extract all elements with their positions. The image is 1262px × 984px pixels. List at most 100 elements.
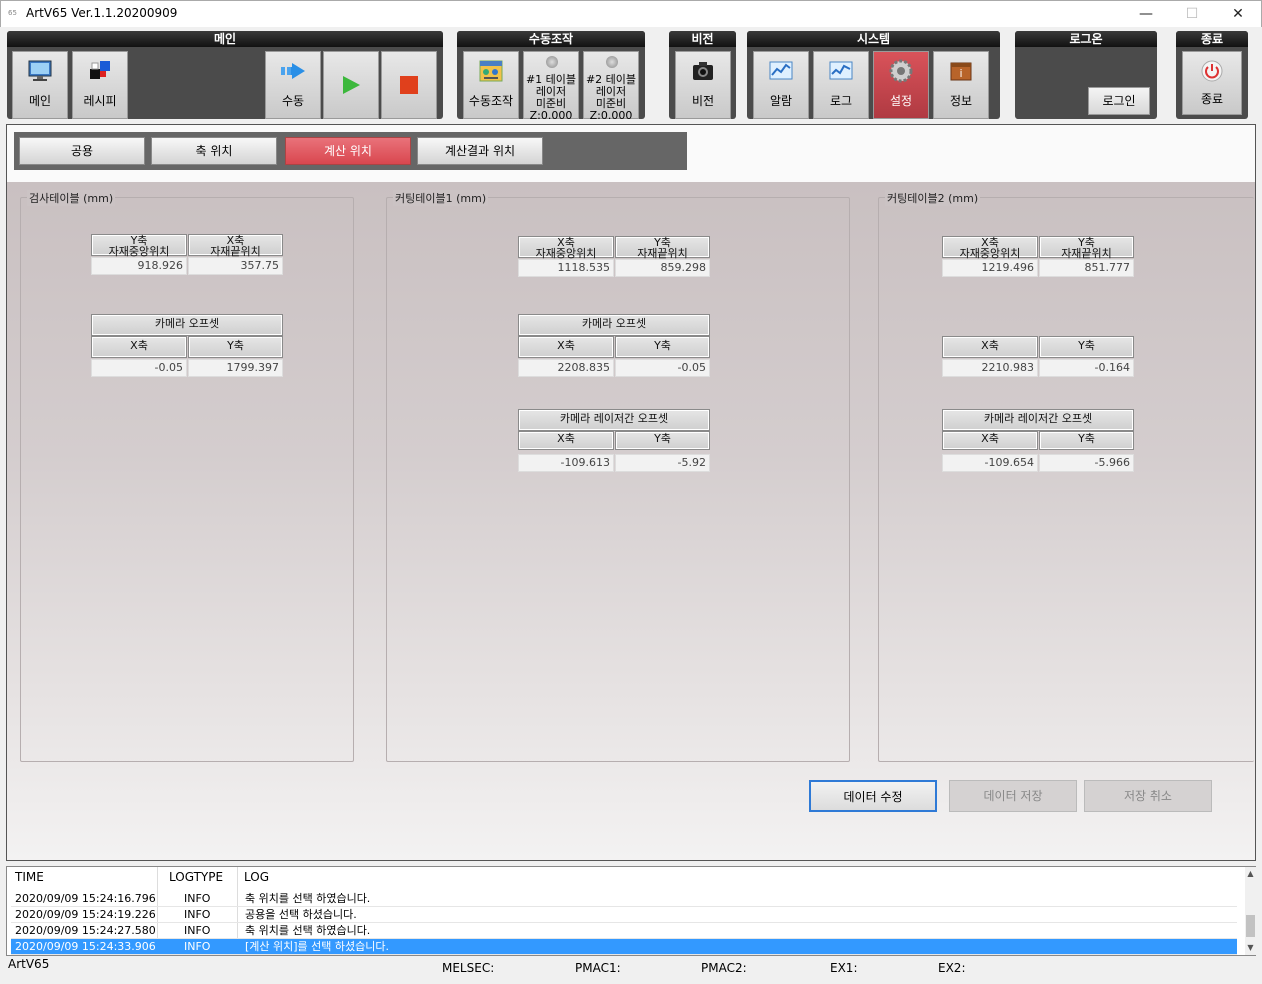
cut2-pos-value-1[interactable]: 1219.496 [942, 259, 1038, 277]
play-button[interactable] [323, 51, 379, 119]
cut2-laser-title: 카메라 레이저간 오프셋 [942, 409, 1134, 431]
cut1-pos-value-2[interactable]: 859.298 [615, 259, 710, 277]
manual-op-button[interactable]: 수동조작 [463, 51, 519, 119]
maximize-button[interactable]: ☐ [1169, 1, 1215, 28]
inspect-pos-header-2: X축 자재끝위치 [188, 234, 283, 258]
monitor-icon [13, 58, 67, 84]
camera-icon [676, 58, 730, 84]
exit-group: 종료 종료 [1176, 31, 1248, 119]
inspect-cam-value-y[interactable]: 1799.397 [188, 359, 283, 377]
stop-icon [382, 72, 436, 98]
log-row[interactable]: 2020/09/09 15:24:19.226 INFO 공용을 선택 하셨습니… [11, 907, 1237, 923]
cut1-cam-header-y: Y축 [615, 336, 710, 358]
header-line: 자재끝위치 [210, 245, 261, 258]
edit-data-button[interactable]: 데이터 수정 [809, 780, 937, 812]
toolbar: 메인 메인 레시피 수동 수동조작 수동조작 #1 테이블 레이저 미준비 Z:… [0, 27, 1262, 123]
tab-axis-position[interactable]: 축 위치 [151, 137, 277, 165]
recipe-label: 레시피 [83, 94, 117, 108]
tab-common[interactable]: 공용 [19, 137, 145, 165]
manual-button[interactable]: 수동 [265, 51, 321, 119]
inspect-pos-value-2[interactable]: 357.75 [188, 257, 283, 275]
scroll-down-icon[interactable]: ▼ [1245, 943, 1256, 952]
status-pmac1: PMAC1: [575, 961, 621, 975]
inspect-cam-value-x[interactable]: -0.05 [91, 359, 187, 377]
main-label: 메인 [28, 94, 52, 108]
cut1-laser-value-x[interactable]: -109.613 [518, 454, 614, 472]
exit-button[interactable]: 종료 [1182, 51, 1242, 115]
header-line: 자재끝위치 [637, 247, 688, 260]
log-type: INFO [184, 908, 211, 921]
vision-group-title: 비전 [669, 31, 736, 47]
minimize-button[interactable]: — [1123, 1, 1169, 28]
inspect-table-section: 검사테이블 (mm) Y축 자재중앙위치 X축 자재끝위치 918.926 35… [20, 190, 354, 762]
login-button[interactable]: 로그인 [1088, 87, 1150, 115]
status-pmac2: PMAC2: [701, 961, 747, 975]
section-title: 커팅테이블2 (mm) [885, 190, 981, 206]
inspect-pos-value-1[interactable]: 918.926 [91, 257, 187, 275]
cut1-laser-header-x: X축 [518, 431, 614, 450]
cut1-laser-value-y[interactable]: -5.92 [615, 454, 710, 472]
app-icon: 65 [8, 9, 17, 17]
log-message: 공용을 선택 하셨습니다. [245, 908, 357, 921]
tab-calc-result-position[interactable]: 계산결과 위치 [417, 137, 543, 165]
cutting-table1-section: 커팅테이블1 (mm) X축 자재중앙위치 Y축 자재끝위치 1118.535 … [386, 190, 850, 762]
cut1-cam-value-y[interactable]: -0.05 [615, 359, 710, 377]
log-list[interactable]: TIME LOGTYPE LOG 2020/09/09 15:24:16.796… [6, 866, 1256, 956]
cut2-pos-value-2[interactable]: 851.777 [1039, 259, 1134, 277]
play-icon [324, 72, 378, 98]
info-button[interactable]: i 정보 [933, 51, 989, 119]
power-icon [1183, 58, 1241, 84]
cut2-laser-header-x: X축 [942, 431, 1038, 450]
header-line: 자재중앙위치 [959, 247, 1021, 260]
log-header-logtype[interactable]: LOGTYPE [169, 870, 223, 884]
cut1-cam-value-x[interactable]: 2208.835 [518, 359, 614, 377]
exit-label: 종료 [1200, 92, 1224, 106]
log-button[interactable]: 로그 [813, 51, 869, 119]
svg-text:i: i [959, 67, 962, 80]
stop-button[interactable] [381, 51, 437, 119]
scroll-thumb[interactable] [1246, 915, 1255, 937]
inspect-cam-header-x: X축 [91, 336, 187, 358]
manual-op-group: 수동조작 수동조작 #1 테이블 레이저 미준비 Z:0.000 #2 테이블 … [457, 31, 645, 122]
save-data-button[interactable]: 데이터 저장 [949, 780, 1077, 812]
recipe-button[interactable]: 레시피 [72, 51, 128, 119]
cut1-pos-header-1: X축 자재중앙위치 [518, 236, 614, 259]
cut2-laser-value-y[interactable]: -5.966 [1039, 454, 1134, 472]
log-row[interactable]: 2020/09/09 15:24:16.796 INFO 축 위치를 선택 하였… [11, 891, 1237, 907]
title-bar: 65 ArtV65 Ver.1.1.20200909 — ☐ ✕ [0, 0, 1262, 27]
settings-button[interactable]: 설정 [873, 51, 929, 119]
vision-button[interactable]: 비전 [675, 51, 731, 119]
tab-calc-position[interactable]: 계산 위치 [285, 137, 411, 165]
cut2-cam-value-x[interactable]: 2210.983 [942, 359, 1038, 377]
cut1-pos-value-1[interactable]: 1118.535 [518, 259, 614, 277]
cancel-save-button[interactable]: 저장 취소 [1084, 780, 1212, 812]
close-button[interactable]: ✕ [1215, 1, 1261, 28]
log-row[interactable]: 2020/09/09 15:24:27.580 INFO 축 위치를 선택 하였… [11, 923, 1237, 939]
main-group-title: 메인 [7, 31, 443, 47]
main-group: 메인 메인 레시피 수동 [7, 31, 443, 119]
log-header-time[interactable]: TIME [15, 870, 44, 884]
log-header-log[interactable]: LOG [244, 870, 269, 884]
scroll-up-icon[interactable]: ▲ [1245, 869, 1256, 878]
main-button[interactable]: 메인 [12, 51, 68, 119]
log-row-selected[interactable]: 2020/09/09 15:24:33.906 INFO [계산 위치]를 선택… [11, 939, 1237, 955]
cut2-laser-value-x[interactable]: -109.654 [942, 454, 1038, 472]
alarm-label: 알람 [769, 94, 793, 108]
laser2-line4: Z:0.000 [589, 109, 633, 122]
login-group-title: 로그온 [1015, 31, 1157, 47]
log-chart-icon [814, 58, 868, 84]
log-scrollbar[interactable]: ▲ ▼ [1245, 867, 1256, 955]
log-message: 축 위치를 선택 하였습니다. [245, 924, 371, 937]
laser1-line4: Z:0.000 [529, 109, 573, 122]
cut2-cam-value-y[interactable]: -0.164 [1039, 359, 1134, 377]
log-message: [계산 위치]를 선택 하셨습니다. [245, 940, 390, 953]
vision-group: 비전 비전 [669, 31, 736, 119]
gear-icon [874, 58, 928, 84]
alarm-button[interactable]: 알람 [753, 51, 809, 119]
section-title: 검사테이블 (mm) [27, 190, 116, 206]
cut2-cam-header-x: X축 [942, 336, 1038, 358]
log-type: INFO [184, 940, 211, 953]
manual-op-label: 수동조작 [468, 94, 514, 108]
log-type: INFO [184, 924, 211, 937]
inspect-cam-title: 카메라 오프셋 [91, 314, 283, 336]
